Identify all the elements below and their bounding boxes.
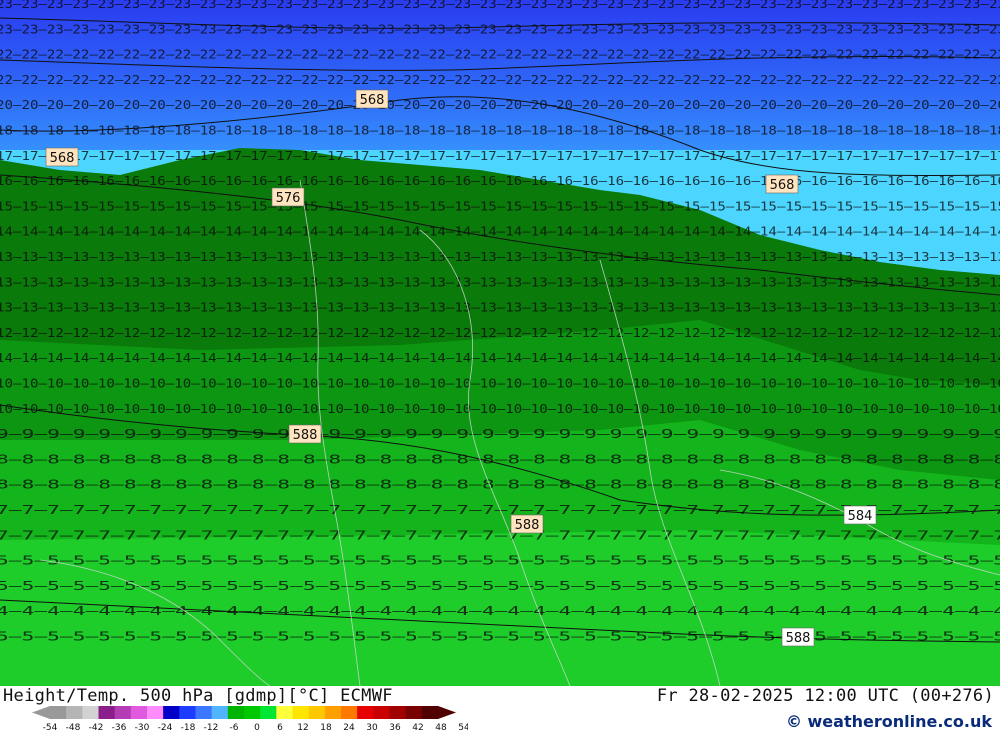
legend-tick: -48: [66, 723, 81, 732]
field-row: 5–5–5–5–5–5–5–5–5–5–5–5–5–5–5–5–5–5–5–5–…: [0, 554, 1000, 568]
legend-tick: 12: [297, 723, 308, 732]
legend-tick: -42: [89, 723, 104, 732]
field-row: 16–16–16–16–16–16–16–16–16–16–16–16–16–1…: [0, 174, 1000, 188]
legend-tick: 48: [435, 723, 447, 732]
legend-swatch: [66, 706, 83, 719]
legend-swatch: [50, 706, 67, 719]
map-valid-time: Fr 28-02-2025 12:00 UTC (00+276): [656, 686, 994, 706]
legend-swatch: [147, 706, 164, 719]
legend-swatch: [244, 706, 261, 719]
legend-swatch: [163, 706, 180, 719]
contour-label-text: 568: [360, 93, 385, 108]
legend-tick: 24: [343, 723, 355, 732]
legend-arrow-right: [438, 706, 456, 719]
contour-label-text: 576: [276, 191, 301, 206]
legend-tick: -30: [135, 723, 150, 732]
legend-swatch: [389, 706, 407, 719]
legend-tick: -12: [204, 723, 219, 732]
contour-label-text: 588: [293, 428, 318, 443]
legend-swatch: [227, 706, 245, 719]
contour-label-text: 568: [50, 151, 75, 166]
legend-swatch: [82, 706, 99, 719]
field-row: 23–23–23–23–23–23–23–23–23–23–23–23–23–2…: [0, 22, 1000, 36]
contour-label-text: 568: [770, 178, 795, 193]
field-row: 8–8–8–8–8–8–8–8–8–8–8–8–8–8–8–8–8–8–8–8–…: [0, 452, 1000, 466]
legend-arrow-left: [32, 706, 50, 719]
field-row: 7–7–7–7–7–7–7–7–7–7–7–7–7–7–7–7–7–7–7–7–…: [0, 528, 1000, 542]
legend-tick: -18: [181, 723, 196, 732]
field-row: 22–22–22–22–22–22–22–22–22–22–22–22–22–2…: [0, 48, 1000, 62]
field-row: 14–14–14–14–14–14–14–14–14–14–14–14–14–1…: [0, 225, 1000, 239]
legend-swatch: [308, 706, 326, 719]
contour-label-text: 588: [786, 631, 811, 646]
legend-swatch: [114, 706, 132, 719]
legend-swatch: [130, 706, 148, 719]
legend-tick: 30: [366, 723, 378, 732]
legend-tick: 6: [277, 723, 283, 732]
field-row: 12–12–12–12–12–12–12–12–12–12–12–12–12–1…: [0, 326, 1000, 340]
map-title: Height/Temp. 500 hPa [gdmp][°C] ECMWF: [3, 686, 393, 706]
contour-label: 568: [765, 174, 799, 194]
legend-swatch: [211, 706, 229, 719]
field-row: 17–17–17–17–17–17–17–17–17–17–17–17–17–1…: [0, 149, 1000, 163]
legend-ticks: -54 -48 -42 -36 -30 -24 -18 -12 -6 0 6 12 18 24 30 36 42…: [43, 723, 468, 732]
legend-swatch: [341, 706, 358, 719]
legend-swatches: [32, 706, 456, 719]
contour-label: 568: [45, 147, 79, 167]
field-row: 13–13–13–13–13–13–13–13–13–13–13–13–13–1…: [0, 301, 1000, 315]
field-row: 10–10–10–10–10–10–10–10–10–10–10–10–10–1…: [0, 402, 1000, 416]
field-row: 23–23–23–23–23–23–23–23–23–23–23–23–23–2…: [0, 0, 1000, 11]
field-row: 9–9–9–9–9–9–9–9–9–9–9–9–9–9–9–9–9–9–9–9–…: [0, 427, 1000, 441]
contour-label: 576: [271, 187, 305, 207]
legend-tick: -6: [230, 723, 239, 732]
legend-swatch: [276, 706, 293, 719]
contour-label-text: 588: [515, 518, 540, 533]
map-footer: Height/Temp. 500 hPa [gdmp][°C] ECMWF Fr…: [0, 686, 1000, 733]
legend-swatch: [373, 706, 390, 719]
contour-label: 588: [781, 627, 815, 647]
legend-tick: 54: [458, 723, 468, 732]
contour-label: 584: [843, 505, 877, 525]
legend-tick: -36: [112, 723, 127, 732]
field-row: 13–13–13–13–13–13–13–13–13–13–13–13–13–1…: [0, 275, 1000, 289]
legend-swatch: [260, 706, 277, 719]
field-row: 14–14–14–14–14–14–14–14–14–14–14–14–14–1…: [0, 351, 1000, 365]
site-credit[interactable]: © weatheronline.co.uk: [786, 712, 992, 731]
contour-label-text: 584: [848, 509, 873, 524]
legend-swatch: [324, 706, 342, 719]
contour-label: 588: [510, 514, 544, 534]
field-row: 18–18–18–18–18–18–18–18–18–18–18–18–18–1…: [0, 124, 1000, 138]
legend-swatch: [292, 706, 310, 719]
legend-swatch: [357, 706, 374, 719]
legend-tick: 36: [389, 723, 401, 732]
field-row: 20–20–20–20–20–20–20–20–20–20–20–20–20–2…: [0, 98, 1000, 112]
legend-swatch: [421, 706, 439, 719]
field-row: 22–22–22–22–22–22–22–22–22–22–22–22–22–2…: [0, 73, 1000, 87]
field-row: 5–5–5–5–5–5–5–5–5–5–5–5–5–5–5–5–5–5–5–5–…: [0, 630, 1000, 644]
legend-swatch: [179, 706, 196, 719]
field-row: 15–15–15–15–15–15–15–15–15–15–15–15–15–1…: [0, 199, 1000, 213]
weather-map: 23–23–23–23–23–23–23–23–23–23–23–23–23–2…: [0, 0, 1000, 686]
field-row: 13–13–13–13–13–13–13–13–13–13–13–13–13–1…: [0, 250, 1000, 264]
field-row: 8–8–8–8–8–8–8–8–8–8–8–8–8–8–8–8–8–8–8–8–…: [0, 478, 1000, 492]
legend-tick: 42: [412, 723, 423, 732]
color-legend: -54 -48 -42 -36 -30 -24 -18 -12 -6 0 6 12 18 24 30 36 42…: [32, 706, 468, 732]
legend-swatch: [405, 706, 423, 719]
contour-label: 588: [288, 424, 322, 444]
legend-tick: -24: [158, 723, 173, 732]
legend-swatch: [195, 706, 213, 719]
legend-tick: -54: [43, 723, 58, 732]
contour-label: 568: [355, 89, 389, 109]
field-row: 10–10–10–10–10–10–10–10–10–10–10–10–10–1…: [0, 377, 1000, 391]
legend-tick: 0: [254, 723, 260, 732]
field-row: 4–4–4–4–4–4–4–4–4–4–4–4–4–4–4–4–4–4–4–4–…: [0, 604, 1000, 618]
legend-tick: 18: [320, 723, 332, 732]
legend-swatch: [98, 706, 116, 719]
